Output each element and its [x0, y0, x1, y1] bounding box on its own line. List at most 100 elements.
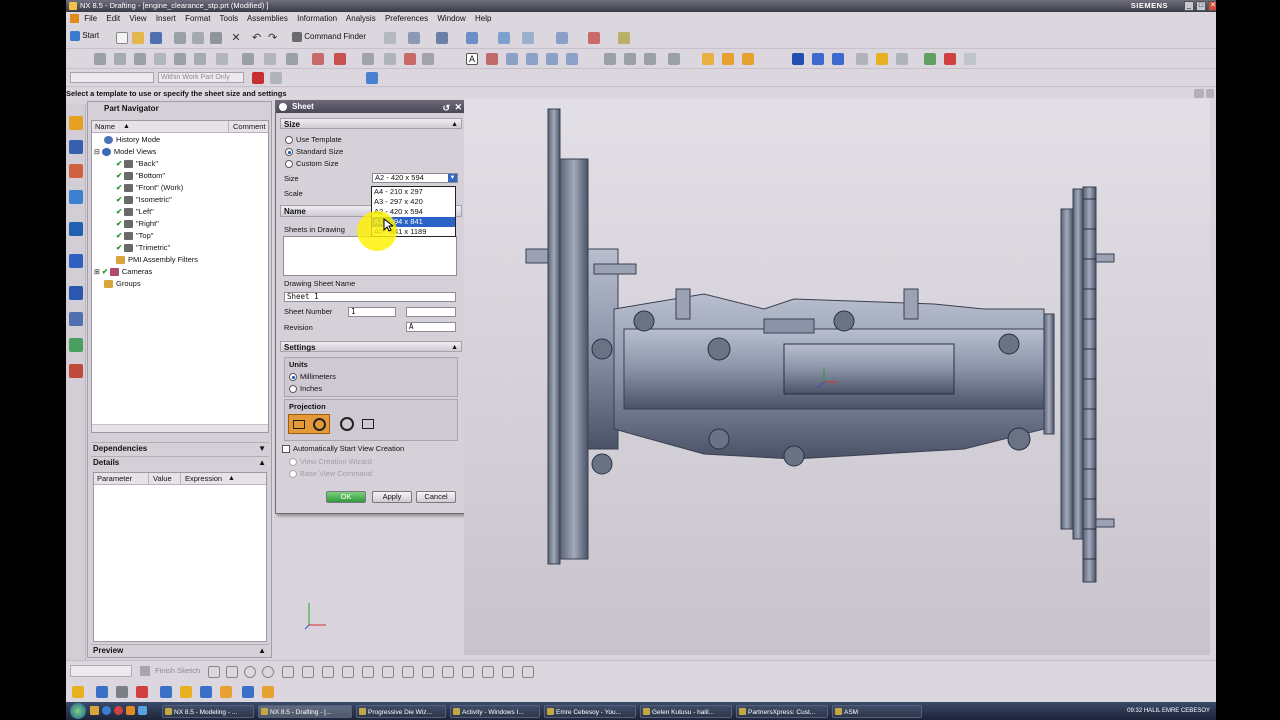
- dimension-style-icon[interactable]: [220, 686, 232, 698]
- use-template-radio[interactable]: Use Template: [285, 135, 342, 145]
- option-a4[interactable]: A4 - 210 x 297: [372, 187, 455, 197]
- assembly-navigator-icon[interactable]: [69, 116, 83, 130]
- value-column-header[interactable]: Value: [148, 473, 172, 485]
- roles-icon[interactable]: [964, 53, 976, 65]
- parts-list-icon[interactable]: [384, 53, 396, 65]
- dimension-icon[interactable]: [522, 666, 534, 678]
- chamfer-icon[interactable]: [302, 666, 314, 678]
- reuse-icon[interactable]: [924, 53, 936, 65]
- layout-icon[interactable]: [408, 32, 420, 44]
- paste-icon[interactable]: [210, 32, 222, 44]
- update-view-icon[interactable]: [216, 53, 228, 65]
- note-icon[interactable]: A: [466, 53, 478, 65]
- edit-view-icon[interactable]: [264, 53, 276, 65]
- sheet-number-field[interactable]: 1: [348, 307, 396, 317]
- task-progressive-die[interactable]: Progressive Die Wiz...: [356, 705, 446, 718]
- sheet-icon[interactable]: [94, 53, 106, 65]
- first-angle-projection-button[interactable]: [288, 414, 330, 434]
- history-icon[interactable]: [69, 286, 83, 300]
- horizontal-scrollbar[interactable]: [92, 424, 268, 432]
- menu-file[interactable]: File: [84, 14, 97, 23]
- checkmark-icon[interactable]: ✔: [116, 194, 124, 206]
- base-view-icon[interactable]: [114, 53, 126, 65]
- display-icon[interactable]: [618, 32, 630, 44]
- mirror-icon[interactable]: [462, 666, 474, 678]
- reuse-library-icon[interactable]: [69, 190, 83, 204]
- menu-tools[interactable]: Tools: [220, 14, 239, 23]
- fillet-icon[interactable]: [282, 666, 294, 678]
- feature-control-icon[interactable]: [486, 53, 498, 65]
- task-nx-drafting[interactable]: NX 8.5 - Drafting - [...: [258, 705, 352, 718]
- explorer-icon[interactable]: [90, 706, 99, 715]
- option-a3[interactable]: A3 - 297 x 420: [372, 197, 455, 207]
- custom-size-radio[interactable]: Custom Size: [285, 159, 339, 169]
- checkmark-icon[interactable]: ✔: [116, 206, 124, 218]
- task-partnersxpress[interactable]: PartnersXpress: Cust...: [736, 705, 828, 718]
- sheet-number-secondary-field[interactable]: [406, 307, 456, 317]
- open-icon[interactable]: [132, 32, 144, 44]
- copy-icon[interactable]: [192, 32, 204, 44]
- sketch-name-dropdown[interactable]: [70, 665, 132, 677]
- collapse-icon[interactable]: ⊟: [94, 149, 100, 156]
- menu-window[interactable]: Window: [437, 14, 465, 23]
- layer-icon[interactable]: [722, 53, 734, 65]
- callout-icon[interactable]: [262, 686, 274, 698]
- inches-radio[interactable]: Inches: [289, 384, 322, 394]
- windows-start-icon[interactable]: [70, 703, 86, 719]
- checkmark-icon[interactable]: ✔: [116, 182, 124, 194]
- pattern-icon[interactable]: [482, 666, 494, 678]
- maximize-button[interactable]: □: [1196, 1, 1206, 11]
- task-gelen-kutusu[interactable]: Gelen Kutusu - halil...: [640, 705, 732, 718]
- preview-section[interactable]: Preview ▲: [91, 644, 269, 656]
- target-icon[interactable]: [644, 53, 656, 65]
- checkmark-icon[interactable]: ✔: [116, 230, 124, 242]
- tree-item-view-left[interactable]: ✔ "Left": [116, 206, 154, 218]
- select-icon[interactable]: [466, 32, 478, 44]
- tree-item-view-trimetric[interactable]: ✔ "Trimetric": [116, 242, 170, 254]
- selection-scope-dropdown[interactable]: Within Work Part Only: [158, 72, 244, 83]
- fit-icon[interactable]: [566, 53, 578, 65]
- third-angle-frustum-icon[interactable]: [362, 419, 374, 429]
- menu-help[interactable]: Help: [475, 14, 491, 23]
- tree-item-groups[interactable]: Groups: [104, 278, 141, 290]
- command-finder-button[interactable]: Command Finder: [292, 32, 366, 42]
- drawing-icon[interactable]: [200, 686, 212, 698]
- menu-preferences[interactable]: Preferences: [385, 14, 428, 23]
- extend-icon[interactable]: [442, 666, 454, 678]
- symbol-icon[interactable]: [334, 53, 346, 65]
- help-icon[interactable]: [944, 53, 956, 65]
- name-column-header[interactable]: Name: [95, 121, 115, 133]
- line-icon[interactable]: [226, 666, 238, 678]
- redo-icon[interactable]: ↷: [268, 32, 280, 44]
- annotation-icon[interactable]: [422, 53, 434, 65]
- settings-group-header[interactable]: Settings ▲: [280, 341, 462, 352]
- task-activity[interactable]: Activity - Windows I...: [450, 705, 540, 718]
- delete-icon[interactable]: ✕: [230, 32, 242, 44]
- ortho-icon[interactable]: [556, 32, 568, 44]
- roles-tab-icon[interactable]: [69, 364, 83, 378]
- expression-column-header[interactable]: Expression: [180, 473, 222, 485]
- assembly-icon[interactable]: [856, 53, 868, 65]
- table-sketch-icon[interactable]: [502, 666, 514, 678]
- component-icon[interactable]: [876, 53, 888, 65]
- view-boundary-icon[interactable]: [242, 53, 254, 65]
- trim-icon[interactable]: [422, 666, 434, 678]
- component-display-icon[interactable]: [116, 686, 128, 698]
- mark-icon[interactable]: [136, 686, 148, 698]
- cut-icon[interactable]: [174, 32, 186, 44]
- standard-size-radio[interactable]: Standard Size: [285, 147, 343, 157]
- checkmark-icon[interactable]: ✔: [116, 158, 124, 170]
- break-view-icon[interactable]: [194, 53, 206, 65]
- third-angle-circle-icon[interactable]: [340, 417, 354, 431]
- favorites-icon[interactable]: [72, 686, 84, 698]
- spline-icon[interactable]: [362, 666, 374, 678]
- ok-button[interactable]: OK: [326, 491, 366, 503]
- measure-icon[interactable]: [792, 53, 804, 65]
- preferences-icon[interactable]: [180, 686, 192, 698]
- reset-filter-icon[interactable]: [270, 72, 282, 84]
- rotate-icon[interactable]: [546, 53, 558, 65]
- menu-analysis[interactable]: Analysis: [346, 14, 376, 23]
- centerline-icon[interactable]: [312, 53, 324, 65]
- tree-item-history-mode[interactable]: History Mode: [104, 134, 160, 146]
- task-emre-cebesoy[interactable]: Emre Cebesoy - You...: [544, 705, 636, 718]
